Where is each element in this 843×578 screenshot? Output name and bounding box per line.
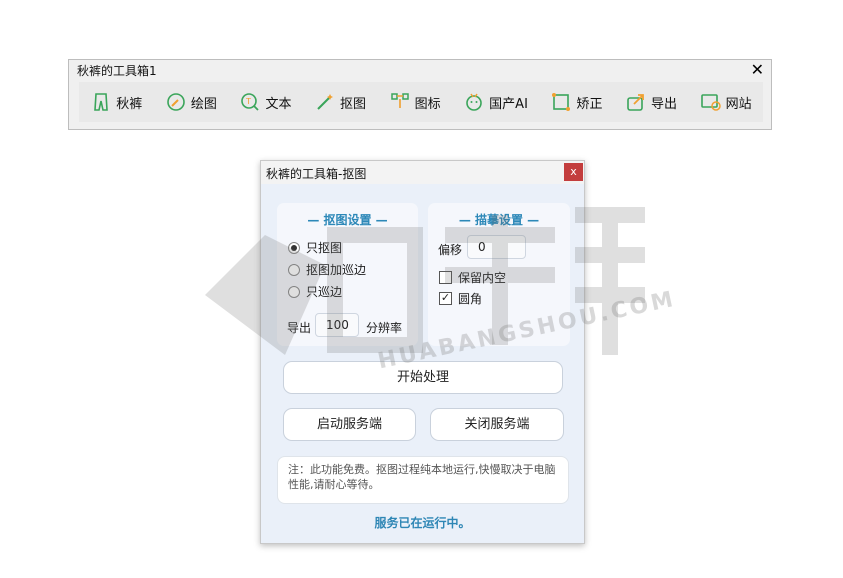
dialog-title: 秋裤的工具箱-抠图: [266, 167, 367, 181]
checkbox-box: [439, 271, 452, 284]
tool-text[interactable]: T 文本: [239, 91, 291, 113]
radio-label: 只抠图: [306, 241, 343, 255]
tool-label: 矫正: [576, 96, 603, 112]
export-icon: [627, 94, 644, 111]
tool-cutout[interactable]: 抠图: [314, 91, 366, 113]
tool-icon[interactable]: 图标: [389, 91, 441, 113]
dialog-close-button[interactable]: x: [564, 163, 583, 181]
cutout-settings-panel: — 抠图设置 — 只抠图 抠图加巡边 只巡边 导出 100 分辨率: [277, 203, 418, 346]
checkbox-box: ✓: [439, 291, 452, 305]
start-process-button[interactable]: 开始处理: [283, 361, 563, 394]
magic-wand-icon: [317, 94, 334, 110]
tool-ai[interactable]: 国产AI: [463, 91, 528, 113]
checkbox-keep-inner[interactable]: 保留内空: [439, 269, 506, 286]
tool-label: 文本: [265, 96, 292, 112]
radio-cutout-outline[interactable]: 抠图加巡边: [288, 261, 366, 278]
robot-icon: [466, 93, 482, 111]
draw-icon: [167, 93, 185, 111]
tool-label: 导出: [651, 96, 678, 112]
tool-label: 秋裤: [116, 96, 143, 112]
toolbox-title: 秋裤的工具箱1: [77, 64, 157, 78]
tool-label: 网站: [725, 96, 752, 112]
tool-qiuku[interactable]: 秋裤: [90, 91, 142, 113]
tool-label: 图标: [414, 96, 441, 112]
node-icon: [390, 93, 409, 108]
checkbox-round-corner[interactable]: ✓ 圆角: [439, 290, 482, 307]
toolbox-window: 秋裤的工具箱1 ✕ 秋裤 绘图 T 文本 抠图 图标 国产AI 矫正 导出 网站: [68, 59, 772, 130]
tool-label: 国产AI: [489, 96, 528, 112]
tool-website[interactable]: 网站: [700, 91, 752, 113]
dialog-titlebar[interactable]: 秋裤的工具箱-抠图 x: [261, 161, 584, 184]
radio-label: 只巡边: [306, 285, 343, 299]
cutout-dialog: 秋裤的工具箱-抠图 x — 抠图设置 — 只抠图 抠图加巡边 只巡边 导出 10…: [260, 160, 585, 544]
resolution-label: 分辨率: [366, 321, 403, 335]
globe-icon: [700, 94, 721, 111]
radio-cutout-only[interactable]: 只抠图: [288, 239, 342, 256]
note-text: 注：此功能免费。抠图过程纯本地运行,快慢取决于电脑性能,请耐心等待。: [277, 456, 569, 504]
text-icon: T: [241, 93, 260, 111]
server-status-text: 服务已在运行中。: [374, 516, 471, 530]
offset-input[interactable]: 0: [467, 235, 526, 259]
tool-draw[interactable]: 绘图: [165, 91, 217, 113]
radio-outline-only[interactable]: 只巡边: [288, 283, 342, 300]
tool-correct[interactable]: 矫正: [550, 91, 602, 113]
offset-label: 偏移: [438, 243, 463, 257]
tool-export[interactable]: 导出: [625, 91, 677, 113]
dialog-body: — 抠图设置 — 只抠图 抠图加巡边 只巡边 导出 100 分辨率 — 描摹设置…: [261, 184, 584, 543]
crop-icon: [552, 93, 571, 111]
radio-icon: [288, 263, 300, 276]
tool-label: 抠图: [340, 96, 367, 112]
trace-settings-heading: — 描摹设置 —: [458, 213, 540, 227]
pants-icon: [94, 93, 109, 111]
start-server-button[interactable]: 启动服务端: [283, 408, 416, 441]
tool-row: 秋裤 绘图 T 文本 抠图 图标 国产AI 矫正 导出 网站: [79, 82, 763, 122]
stop-server-button[interactable]: 关闭服务端: [430, 408, 564, 441]
export-label: 导出: [287, 321, 312, 335]
export-resolution-input[interactable]: 100: [315, 313, 359, 337]
radio-icon: [288, 241, 300, 254]
radio-label: 抠图加巡边: [306, 263, 367, 277]
checkbox-label: 保留内空: [458, 271, 507, 285]
cutout-settings-heading: — 抠图设置 —: [307, 213, 388, 227]
close-icon[interactable]: ✕: [751, 60, 764, 79]
trace-settings-panel: — 描摹设置 — 偏移 0 保留内空 ✓ 圆角: [428, 203, 570, 346]
checkbox-label: 圆角: [458, 292, 483, 306]
tool-label: 绘图: [190, 96, 217, 112]
svg-text:T: T: [245, 97, 251, 106]
radio-icon: [288, 285, 300, 298]
